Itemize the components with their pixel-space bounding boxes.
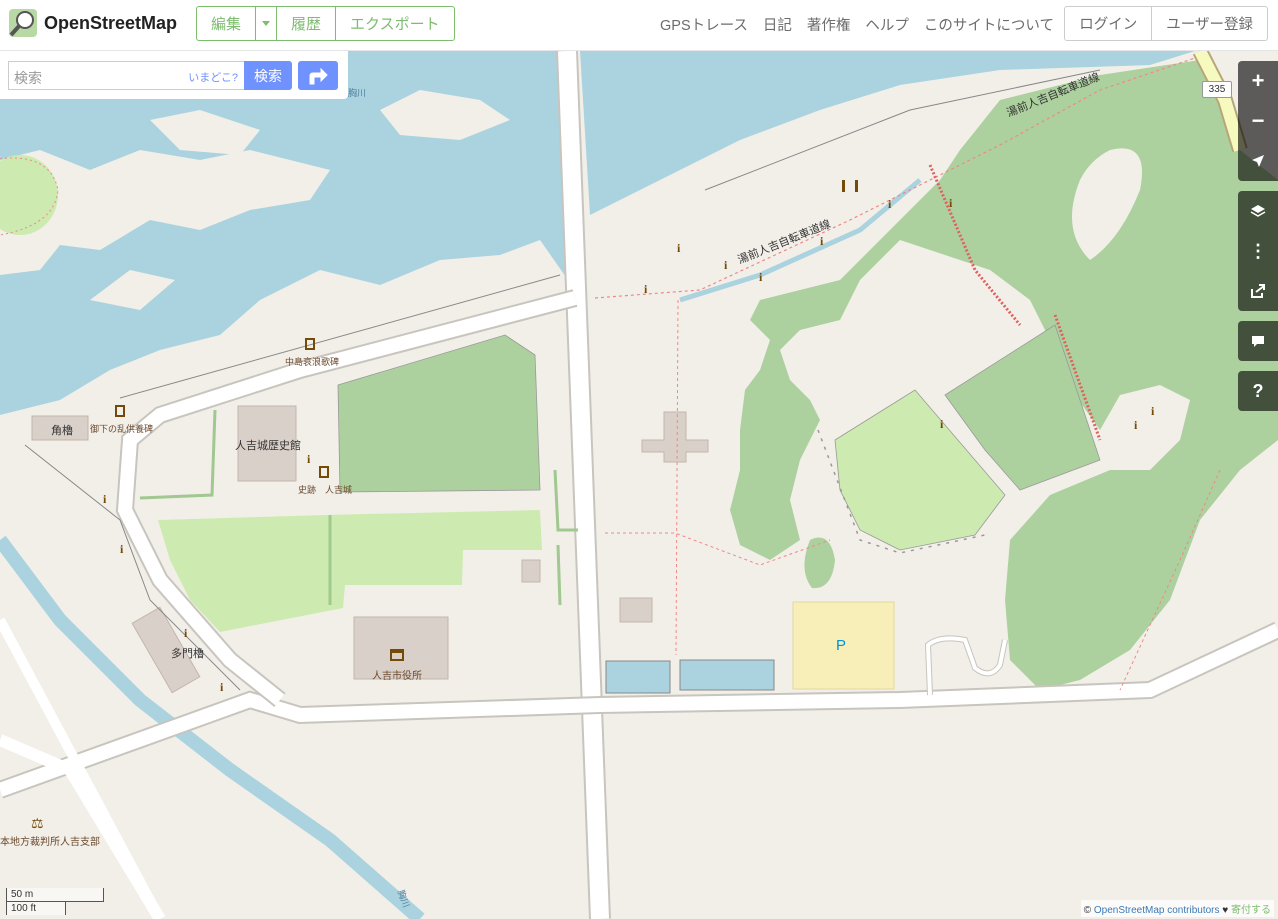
- map-key-button[interactable]: ⋮: [1238, 231, 1278, 271]
- info-icon: i: [949, 196, 953, 210]
- zoom-controls: + −: [1238, 61, 1278, 181]
- auth-buttons: ログイン ユーザー登録: [1064, 6, 1268, 41]
- zoom-in-button[interactable]: +: [1238, 61, 1278, 101]
- info-icon: i: [184, 626, 188, 640]
- label-history-museum: 人吉城歴史館: [235, 440, 301, 452]
- share-button[interactable]: [1238, 271, 1278, 311]
- logo-text: OpenStreetMap: [44, 12, 178, 33]
- building-small: [619, 597, 653, 623]
- toilets-icon: [842, 180, 858, 192]
- layers-button[interactable]: [1238, 191, 1278, 231]
- share-icon: [1251, 284, 1265, 298]
- memorial-icon: [115, 405, 125, 417]
- map-canvas[interactable]: [0, 0, 1278, 919]
- info-icon: i: [1151, 404, 1155, 418]
- attribution-prefix: ©: [1083, 905, 1092, 916]
- plus-icon: +: [1251, 68, 1265, 93]
- label-monument-1: 中島哀浪歌碑: [285, 357, 340, 367]
- label-court: 本地方裁判所人吉支部: [0, 837, 100, 848]
- label-tamon-yagura: 多門櫓: [171, 648, 204, 660]
- info-icon: i: [940, 417, 944, 431]
- memorial-icon: [305, 338, 315, 350]
- search-placeholder: 検索: [14, 70, 42, 86]
- label-sumi-yagura: 角櫓: [51, 425, 73, 437]
- minus-icon: −: [1251, 108, 1265, 133]
- info-icon: i: [888, 197, 892, 211]
- info-icon: i: [307, 452, 311, 466]
- townhall-icon: [390, 649, 404, 661]
- query-features-button[interactable]: ?: [1238, 371, 1278, 411]
- info-icon: i: [677, 241, 681, 255]
- location-arrow-icon: [1252, 155, 1264, 167]
- note-controls: [1238, 321, 1278, 361]
- label-river-top: 胸川: [348, 88, 367, 98]
- nav-diary[interactable]: 日記: [763, 14, 792, 35]
- chevron-down-icon: [262, 21, 271, 26]
- search-button[interactable]: 検索: [244, 61, 292, 90]
- add-note-button[interactable]: [1238, 321, 1278, 361]
- route-shield: 335: [1202, 81, 1232, 98]
- scale-imperial: 100 ft: [6, 901, 66, 915]
- nav-help[interactable]: ヘルプ: [865, 14, 909, 35]
- donate-link[interactable]: 寄付する: [1231, 905, 1271, 916]
- parking-symbol: P: [836, 637, 847, 654]
- heart-icon: ♥: [1222, 905, 1229, 916]
- label-castle-site: 史跡 人吉城: [298, 485, 353, 495]
- where-am-i-link[interactable]: いまどこ?: [188, 69, 238, 85]
- signup-button[interactable]: ユーザー登録: [1152, 7, 1267, 40]
- info-icon: i: [103, 492, 107, 506]
- layers-icon: [1250, 205, 1266, 217]
- info-icon: i: [724, 258, 728, 272]
- question-icon: ?: [1252, 380, 1264, 401]
- info-icon: i: [1134, 418, 1138, 432]
- history-button[interactable]: 履歴: [277, 7, 337, 40]
- edit-button[interactable]: 編集: [197, 7, 257, 40]
- query-controls: ?: [1238, 371, 1278, 411]
- info-icon: i: [220, 680, 224, 694]
- label-city-hall: 人吉市役所: [372, 671, 422, 682]
- zoom-out-button[interactable]: −: [1238, 101, 1278, 141]
- info-icon: i: [759, 270, 763, 284]
- locate-button[interactable]: [1238, 141, 1278, 181]
- search-input[interactable]: 検索 いまどこ?: [8, 61, 244, 90]
- info-icon: i: [120, 542, 124, 556]
- label-monument-2: 御下の乱供養碑: [90, 424, 154, 434]
- edit-button-group: 編集 履歴 エクスポート: [196, 6, 455, 41]
- pool-2: [679, 659, 775, 691]
- attribution: © OpenStreetMap contributors ♥ 寄付する: [1080, 900, 1274, 917]
- comment-icon: [1252, 335, 1264, 347]
- info-icon: ⋮: [1249, 240, 1267, 261]
- top-nav: GPSトレース 日記 著作権 ヘルプ このサイトについて: [660, 14, 1054, 35]
- map-app: 人吉城歴史館 人吉市役所 多門櫓 角櫓 本地方裁判所人吉支部 中島哀浪歌碑 御下…: [0, 0, 1278, 919]
- route-number: 335: [1208, 84, 1226, 95]
- scale-bar: 50 m 100 ft: [6, 888, 104, 915]
- directions-icon: [309, 67, 328, 84]
- export-button[interactable]: エクスポート: [336, 7, 454, 40]
- osm-logo-icon: [9, 9, 37, 37]
- info-icon: i: [820, 234, 824, 248]
- courthouse-icon: ⚖: [31, 815, 44, 831]
- scale-metric: 50 m: [6, 888, 104, 902]
- layer-controls: ⋮: [1238, 191, 1278, 311]
- top-header: OpenStreetMap 編集 履歴 エクスポート GPSトレース 日記 著作…: [0, 0, 1278, 51]
- login-button[interactable]: ログイン: [1065, 7, 1153, 40]
- nav-copyright[interactable]: 著作権: [807, 14, 851, 35]
- directions-button[interactable]: [298, 61, 338, 90]
- nav-gps-traces[interactable]: GPSトレース: [660, 14, 748, 35]
- memorial-icon: [319, 466, 329, 478]
- pool-1: [605, 660, 671, 694]
- building-shed: [521, 559, 541, 583]
- logo[interactable]: OpenStreetMap: [8, 8, 177, 38]
- info-icon: i: [644, 282, 648, 296]
- attribution-link[interactable]: OpenStreetMap contributors: [1094, 905, 1220, 916]
- nav-about[interactable]: このサイトについて: [924, 14, 1054, 35]
- search-panel: 検索 いまどこ? 検索: [0, 51, 348, 99]
- edit-dropdown-button[interactable]: [256, 7, 278, 40]
